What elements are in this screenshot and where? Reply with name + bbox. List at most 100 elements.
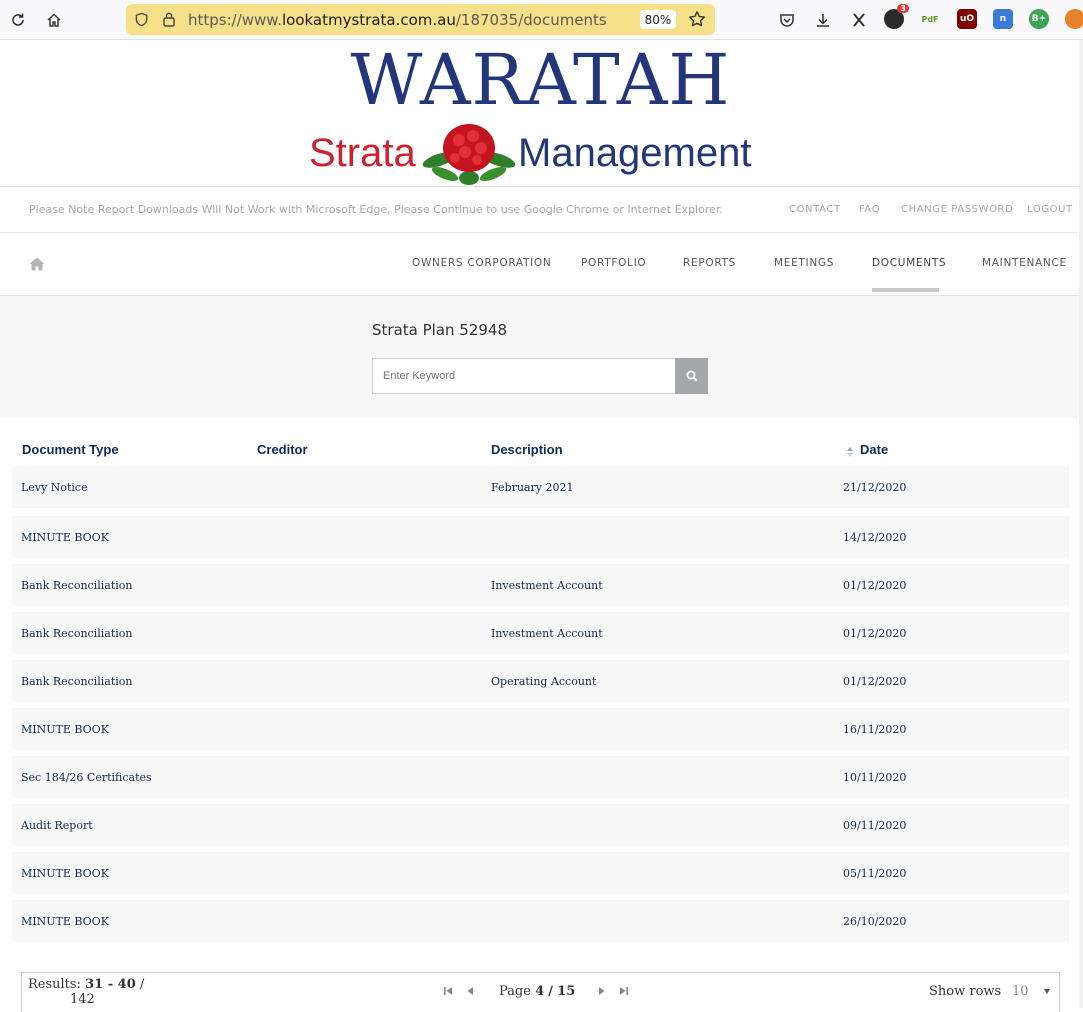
nav-reports[interactable]: REPORTS xyxy=(683,257,736,269)
prev-page-icon[interactable] xyxy=(464,985,476,997)
sort-icon[interactable] xyxy=(846,446,854,458)
nav-owners-corporation[interactable]: OWNERS CORPORATION xyxy=(412,257,551,269)
table-row[interactable]: Bank Reconciliation Operating Account 01… xyxy=(12,660,1069,702)
page-indicator: Page 4 / 15 xyxy=(499,984,575,999)
table-row[interactable]: MINUTE BOOK 05/11/2020 xyxy=(12,852,1069,894)
chevron-down-icon[interactable] xyxy=(1044,989,1050,994)
cell-date: 05/11/2020 xyxy=(843,867,907,880)
col-header-description[interactable]: Description xyxy=(491,442,563,457)
cell-description: Investment Account xyxy=(491,579,603,592)
extension-b-label: B+ xyxy=(1031,14,1047,24)
waratah-logo: WARATAH Strata Management xyxy=(309,39,772,186)
table-row[interactable]: Levy Notice February 2021 21/12/2020 xyxy=(12,466,1069,508)
zoom-badge[interactable]: 80% xyxy=(640,10,676,29)
cell-description: February 2021 xyxy=(491,481,574,494)
nav-meetings[interactable]: MEETINGS xyxy=(774,257,834,269)
logo-line1: WARATAH xyxy=(350,39,731,121)
extension-badge-count: 3 xyxy=(897,4,909,13)
cell-date: 09/11/2020 xyxy=(843,819,907,832)
ublock-icon[interactable]: uO xyxy=(957,9,977,29)
logo-word-left: Strata xyxy=(309,131,416,175)
cell-date: 14/12/2020 xyxy=(843,531,907,544)
nav-active-indicator xyxy=(872,288,939,292)
page-total: 15 xyxy=(557,984,576,999)
table-row[interactable]: MINUTE BOOK 14/12/2020 xyxy=(12,516,1069,558)
table-row[interactable]: MINUTE BOOK 26/10/2020 xyxy=(12,900,1069,942)
col-header-creditor[interactable]: Creditor xyxy=(257,442,308,457)
nav-maintenance[interactable]: MAINTENANCE xyxy=(982,257,1067,269)
last-page-icon[interactable] xyxy=(618,985,630,997)
next-page-icon[interactable] xyxy=(596,985,608,997)
pagination-bar: Results: 31 - 40 / 142 Page 4 / 15 Show … xyxy=(21,972,1060,1012)
page-label: Page xyxy=(499,984,531,999)
shield-icon[interactable] xyxy=(134,12,149,31)
cell-document-type[interactable]: MINUTE BOOK xyxy=(21,531,109,544)
url-path: /187035/documents xyxy=(455,11,607,29)
search-button[interactable] xyxy=(675,358,708,394)
search-input[interactable] xyxy=(372,358,676,394)
url-text[interactable]: https://www.lookatmystrata.com.au/187035… xyxy=(188,11,607,29)
faq-link[interactable]: FAQ xyxy=(859,204,880,215)
url-prefix: https://www. xyxy=(188,11,282,29)
url-bar[interactable]: https://www.lookatmystrata.com.au/187035… xyxy=(126,4,715,35)
home-icon[interactable] xyxy=(29,257,45,271)
table-row[interactable]: MINUTE BOOK 16/11/2020 xyxy=(12,708,1069,750)
extension-n-icon[interactable]: n xyxy=(993,9,1013,29)
change-password-link[interactable]: CHANGE PASSWORD xyxy=(901,204,1013,215)
cell-date: 01/12/2020 xyxy=(843,579,907,592)
page-separator: / xyxy=(548,984,554,999)
cell-date: 10/11/2020 xyxy=(843,771,907,784)
cell-date: 16/11/2020 xyxy=(843,723,907,736)
show-rows-label: Show rows xyxy=(929,984,1002,999)
table-row[interactable]: Bank Reconciliation Investment Account 0… xyxy=(12,612,1069,654)
table-row[interactable]: Audit Report 09/11/2020 xyxy=(12,804,1069,846)
cell-document-type[interactable]: Bank Reconciliation xyxy=(21,627,132,640)
logo-word-right: Management xyxy=(518,131,752,175)
nav-portfolio[interactable]: PORTFOLIO xyxy=(581,257,646,269)
waratah-flower-icon xyxy=(422,124,516,185)
cell-date: 01/12/2020 xyxy=(843,675,907,688)
contact-link[interactable]: CONTACT xyxy=(789,204,841,215)
pdf-extension-label: PdF xyxy=(921,14,939,24)
nav-documents[interactable]: DOCUMENTS xyxy=(872,257,946,269)
home-icon[interactable] xyxy=(42,8,66,32)
results-range: 31 - 40 xyxy=(85,977,136,992)
page-current: 4 xyxy=(535,984,545,999)
cell-document-type[interactable]: MINUTE BOOK xyxy=(21,915,109,928)
results-label: Results: xyxy=(28,977,81,992)
cell-document-type[interactable]: Bank Reconciliation xyxy=(21,675,132,688)
extension-orange-icon[interactable] xyxy=(1065,9,1083,29)
col-header-date[interactable]: Date xyxy=(860,442,888,457)
pocket-icon[interactable] xyxy=(775,8,799,32)
first-page-icon[interactable] xyxy=(442,985,454,997)
x-extension-icon[interactable] xyxy=(847,8,871,32)
url-domain: lookatmystrata.com.au xyxy=(281,11,456,29)
pdf-extension-icon[interactable]: PdF xyxy=(920,9,940,29)
search-section: Strata Plan 52948 xyxy=(0,296,1079,418)
bookmark-star-icon[interactable] xyxy=(688,10,706,32)
logout-link[interactable]: LOGOUT xyxy=(1027,204,1073,215)
main-nav: OWNERS CORPORATION PORTFOLIO REPORTS MEE… xyxy=(0,233,1079,296)
reload-icon[interactable] xyxy=(6,8,30,32)
cell-document-type[interactable]: MINUTE BOOK xyxy=(21,867,109,880)
cell-document-type[interactable]: Bank Reconciliation xyxy=(21,579,132,592)
extension-badge-icon[interactable]: 3 xyxy=(884,4,909,29)
cell-date: 01/12/2020 xyxy=(843,627,907,640)
table-row[interactable]: Bank Reconciliation Investment Account 0… xyxy=(12,564,1069,606)
cell-document-type[interactable]: Sec 184/26 Certificates xyxy=(21,771,152,784)
lock-icon[interactable] xyxy=(162,11,176,31)
download-icon[interactable] xyxy=(811,8,835,32)
browser-toolbar: https://www.lookatmystrata.com.au/187035… xyxy=(0,0,1083,40)
results-separator: / xyxy=(139,977,145,992)
page-title: Strata Plan 52948 xyxy=(372,321,507,339)
cell-document-type[interactable]: MINUTE BOOK xyxy=(21,723,109,736)
table-row[interactable]: Sec 184/26 Certificates 10/11/2020 xyxy=(12,756,1069,798)
col-header-document-type[interactable]: Document Type xyxy=(22,442,119,457)
cell-document-type[interactable]: Audit Report xyxy=(21,819,93,832)
results-total: 142 xyxy=(70,992,95,1007)
cell-date: 21/12/2020 xyxy=(843,481,907,494)
results-count: Results: 31 - 40 / 142 xyxy=(28,977,158,1007)
extension-b-plus-icon[interactable]: B+ xyxy=(1029,9,1049,29)
cell-document-type[interactable]: Levy Notice xyxy=(21,481,88,494)
page-scroll-edge xyxy=(1079,40,1083,1008)
